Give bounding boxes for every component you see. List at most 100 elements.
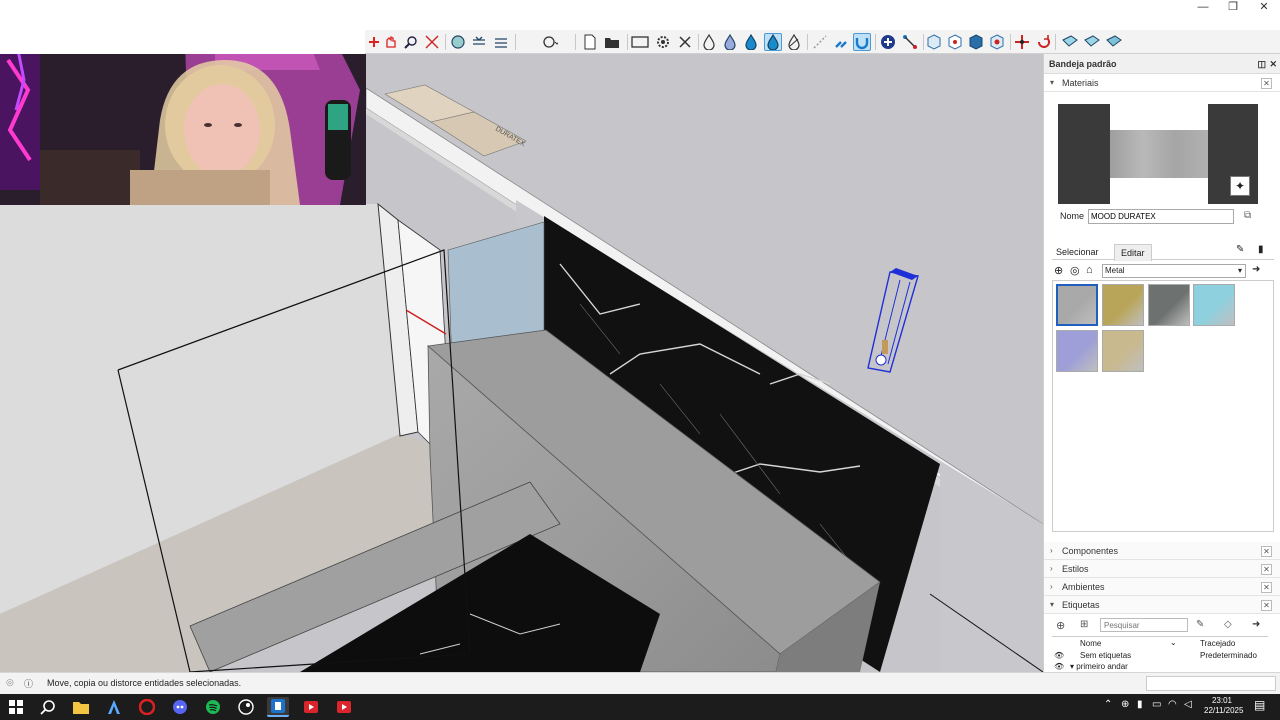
rotate-icon[interactable] (1035, 33, 1053, 51)
tag-search-input[interactable] (1100, 618, 1188, 632)
mic-tray-icon[interactable]: ▮ (1137, 699, 1143, 710)
close-section-icon[interactable]: ✕ (1261, 546, 1272, 557)
tag-icon[interactable]: ◇ (1224, 619, 1232, 630)
discord-icon[interactable] (169, 697, 191, 717)
close-tray-icon[interactable]: ✕ (1269, 54, 1277, 74)
home-icon[interactable]: ⌂ (1086, 264, 1093, 276)
surface-b-icon[interactable] (1083, 33, 1101, 51)
delete-x-icon[interactable] (676, 33, 694, 51)
eye-icon[interactable]: 👁 (1054, 651, 1064, 660)
clock[interactable]: 23:01 22/11/2025 (1204, 696, 1243, 716)
close-section-icon[interactable]: ✕ (1261, 582, 1272, 593)
restore-button[interactable]: ❐ (1217, 0, 1249, 14)
new-file-icon[interactable] (581, 33, 599, 51)
notifications-icon[interactable]: ▤ (1254, 698, 1265, 712)
volume-icon[interactable]: ◁ (1184, 699, 1192, 710)
add-folder-icon[interactable]: ⊞ (1080, 619, 1088, 630)
section-components[interactable]: › Componentes ✕ (1044, 542, 1280, 560)
tag-row-name[interactable]: Sem etiquetas (1080, 651, 1131, 660)
drop-half-icon[interactable] (721, 33, 739, 51)
settings-gear-icon[interactable] (654, 33, 672, 51)
magnet-icon[interactable] (832, 33, 850, 51)
box-marked-icon[interactable] (988, 33, 1006, 51)
sketchup-icon[interactable] (267, 697, 289, 717)
material-swatch[interactable] (1193, 284, 1235, 326)
zoom-icon[interactable] (402, 33, 420, 51)
close-section-icon[interactable]: ✕ (1261, 564, 1272, 575)
minimize-button[interactable]: — (1187, 0, 1219, 14)
material-swatch[interactable] (1056, 330, 1098, 372)
library-select[interactable]: Metal ▾ (1102, 264, 1246, 278)
spotify-icon[interactable] (202, 697, 224, 717)
open-folder-icon[interactable] (603, 33, 621, 51)
info-icon[interactable]: ⓘ (24, 677, 33, 690)
opera-browser-icon[interactable] (136, 697, 158, 717)
iso-view-icon[interactable] (449, 33, 467, 51)
wifi-icon[interactable]: ◠ (1168, 699, 1177, 710)
drop-active-icon[interactable] (764, 33, 782, 51)
surface-a-icon[interactable] (1061, 33, 1079, 51)
section-materials[interactable]: ▾ Materiais ✕ (1044, 74, 1280, 92)
orbit-hand-icon[interactable] (382, 33, 400, 51)
duplicate-icon[interactable]: ⧉ (1244, 210, 1251, 221)
material-name-input[interactable] (1088, 209, 1234, 224)
tab-edit[interactable]: Editar (1114, 244, 1152, 261)
back-icon[interactable]: ⊕ (1054, 264, 1063, 277)
details-arrow-icon[interactable]: ➜ (1252, 619, 1260, 630)
close-section-icon[interactable]: ✕ (1261, 78, 1272, 89)
close-window-button[interactable]: ✕ (1248, 0, 1280, 14)
measurements-box[interactable] (1146, 676, 1276, 691)
steam-icon[interactable] (235, 697, 257, 717)
magnet-active-icon[interactable] (853, 33, 871, 51)
snap-dots-icon[interactable] (811, 33, 829, 51)
eye-icon[interactable]: 👁 (1054, 662, 1064, 671)
box-open-icon[interactable] (946, 33, 964, 51)
move-tool-icon[interactable] (365, 33, 383, 51)
tag-row-dash[interactable]: Predeterminado (1200, 651, 1260, 660)
rectangle-tool-icon[interactable] (631, 33, 649, 51)
drop-outline-icon[interactable] (700, 33, 718, 51)
pencil-icon[interactable]: ✎ (1196, 619, 1204, 630)
windows-start-icon[interactable] (5, 697, 27, 717)
drop-striped-icon[interactable] (785, 33, 803, 51)
col-dash-header[interactable]: Tracejado (1200, 639, 1235, 648)
zoom-extents-icon[interactable] (423, 33, 441, 51)
explode-icon[interactable] (1013, 33, 1031, 51)
surface-c-icon[interactable] (1105, 33, 1123, 51)
box-outline-icon[interactable] (925, 33, 943, 51)
camera-tray-icon[interactable]: ▭ (1152, 699, 1161, 710)
material-swatch[interactable] (1056, 284, 1098, 326)
details-arrow-icon[interactable]: ➜ (1252, 264, 1260, 275)
app-red-b-icon[interactable] (333, 697, 355, 717)
front-view-icon[interactable] (492, 33, 510, 51)
sample-icon[interactable]: ▮ (1258, 244, 1264, 255)
file-explorer-icon[interactable] (70, 697, 92, 717)
model-materials-icon[interactable]: ◎ (1070, 264, 1080, 277)
box-filled-icon[interactable] (967, 33, 985, 51)
material-swatch[interactable] (1102, 284, 1144, 326)
top-view-icon[interactable] (470, 33, 488, 51)
geo-icon[interactable]: ◎ (6, 677, 14, 688)
eyedropper-icon[interactable]: ✎ (1236, 244, 1244, 255)
tag-row-name[interactable]: ▾ primeiro andar (1070, 662, 1128, 671)
material-swatch[interactable] (1148, 284, 1190, 326)
col-name-header[interactable]: Nome (1080, 639, 1101, 648)
create-material-icon[interactable]: ✦ (1230, 176, 1250, 196)
section-tags[interactable]: ▾ Etiquetas ✕ (1044, 596, 1280, 614)
camera-dropdown-icon[interactable] (541, 33, 559, 51)
section-environments[interactable]: › Ambientes ✕ (1044, 578, 1280, 596)
line-tool-icon[interactable] (901, 33, 919, 51)
material-swatch[interactable] (1102, 330, 1144, 372)
add-circle-icon[interactable] (879, 33, 897, 51)
section-styles[interactable]: › Estilos ✕ (1044, 560, 1280, 578)
model-viewport[interactable]: DURATEX (0, 54, 1043, 672)
add-tag-icon[interactable]: ⊕ (1056, 619, 1065, 632)
pin-icon[interactable]: ◫ (1257, 54, 1266, 74)
close-section-icon[interactable]: ✕ (1261, 600, 1272, 611)
tab-select[interactable]: Selecionar (1056, 247, 1099, 257)
network-tray-icon[interactable]: ⊕ (1121, 699, 1129, 710)
app-red-icon[interactable] (300, 697, 322, 717)
tray-expand-icon[interactable]: ⌃ (1104, 699, 1112, 710)
search-icon[interactable] (37, 697, 59, 717)
drop-filled-icon[interactable] (742, 33, 760, 51)
